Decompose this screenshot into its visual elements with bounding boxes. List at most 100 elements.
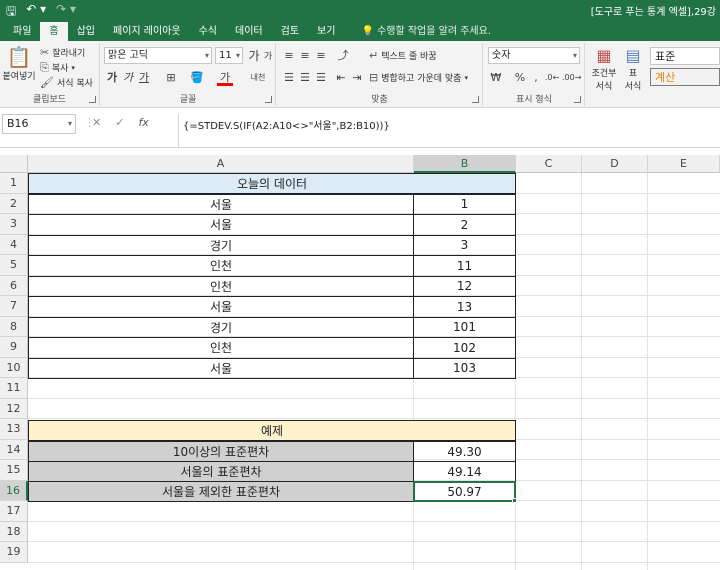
row-header[interactable]: 3	[0, 214, 28, 235]
row-header[interactable]: 16	[0, 480, 28, 501]
result-label-cell[interactable]: 10이상의 표준편차	[28, 441, 414, 462]
value-cell[interactable]: 13	[413, 296, 516, 318]
row-header[interactable]: 6	[0, 275, 28, 296]
city-cell[interactable]: 인천	[28, 275, 414, 297]
copy-button[interactable]: ⎘ 복사 ▾	[40, 61, 75, 74]
tab-file[interactable]: 파일	[4, 22, 40, 41]
row-header[interactable]: 10	[0, 357, 28, 378]
data-title-cell[interactable]: 오늘의 데이터	[28, 173, 516, 194]
format-as-table-button[interactable]: ▤ 표 서식	[621, 46, 645, 92]
increase-indent-icon[interactable]: ⇥	[349, 70, 365, 86]
result-label-cell[interactable]: 서울을 제외한 표준편차	[28, 481, 414, 502]
tab-formulas[interactable]: 수식	[190, 22, 226, 41]
example-title-cell[interactable]: 예제	[28, 420, 516, 441]
city-cell[interactable]: 서울	[28, 357, 414, 379]
row-header[interactable]: 4	[0, 234, 28, 255]
tab-home[interactable]: 홈	[40, 22, 68, 41]
wrap-text-button[interactable]: ↵ 텍스트 줄 바꿈	[369, 49, 437, 62]
row-header[interactable]: 1	[0, 173, 28, 194]
align-middle-icon[interactable]: ≡	[297, 48, 313, 64]
font-color-button[interactable]: 가	[217, 70, 233, 86]
column-header-b[interactable]: B	[414, 155, 516, 173]
column-header-e[interactable]: E	[648, 155, 720, 173]
decrease-decimal-icon[interactable]: .00→	[562, 70, 581, 86]
row-header[interactable]: 15	[0, 460, 28, 481]
font-launcher-icon[interactable]	[265, 96, 272, 103]
row-header[interactable]: 8	[0, 316, 28, 337]
city-cell[interactable]: 서울	[28, 296, 414, 318]
alignment-launcher-icon[interactable]	[472, 96, 479, 103]
align-right-icon[interactable]: ☰	[313, 70, 329, 86]
style-normal[interactable]: 표준	[650, 47, 720, 65]
font-size-select[interactable]: 11 ▾	[215, 47, 243, 64]
row-header[interactable]: 12	[0, 398, 28, 419]
clipboard-launcher-icon[interactable]	[89, 96, 96, 103]
row-header[interactable]: 7	[0, 296, 28, 317]
align-left-icon[interactable]: ☰	[281, 70, 297, 86]
row-header[interactable]: 11	[0, 378, 28, 399]
formula-input[interactable]: {=STDEV.S(IF(A2:A10<>"서울",B2:B10))}	[178, 114, 720, 148]
value-cell[interactable]: 1	[413, 193, 516, 215]
name-box[interactable]: B16 ▾	[2, 114, 76, 134]
cancel-icon[interactable]: ✕	[92, 116, 101, 129]
row-header[interactable]: 5	[0, 255, 28, 276]
align-center-icon[interactable]: ☰	[297, 70, 313, 86]
column-header-a[interactable]: A	[28, 155, 414, 173]
tab-review[interactable]: 검토	[272, 22, 308, 41]
row-header[interactable]: 18	[0, 521, 28, 542]
tab-view[interactable]: 보기	[308, 22, 344, 41]
city-cell[interactable]: 경기	[28, 316, 414, 338]
result-label-cell[interactable]: 서울의 표준편차	[28, 461, 414, 482]
tab-page-layout[interactable]: 페이지 레이아웃	[104, 22, 190, 41]
value-cell[interactable]: 102	[413, 337, 516, 359]
value-cell[interactable]: 103	[413, 357, 516, 379]
fill-handle[interactable]	[512, 498, 517, 503]
column-header-d[interactable]: D	[582, 155, 648, 173]
tell-me-box[interactable]: 💡 수행할 작업을 알려 주세요.	[352, 22, 500, 41]
result-value-cell[interactable]: 49.30	[413, 441, 516, 462]
value-cell[interactable]: 12	[413, 275, 516, 297]
active-cell-b16[interactable]: 50.97	[413, 481, 516, 502]
currency-icon[interactable]: ₩	[488, 70, 504, 86]
row-header[interactable]: 2	[0, 193, 28, 214]
format-painter-button[interactable]: 🖌 서식 복사	[40, 76, 93, 89]
shrink-font-button[interactable]: 가	[260, 49, 276, 65]
row-header[interactable]: 14	[0, 439, 28, 460]
borders-icon[interactable]: ⊞	[163, 70, 179, 86]
row-header[interactable]: 19	[0, 542, 28, 563]
city-cell[interactable]: 서울	[28, 214, 414, 236]
city-cell[interactable]: 서울	[28, 193, 414, 215]
paste-button[interactable]: 📋 붙여넣기	[2, 45, 36, 82]
result-value-cell[interactable]: 49.14	[413, 461, 516, 482]
value-cell[interactable]: 101	[413, 316, 516, 338]
number-launcher-icon[interactable]	[574, 96, 581, 103]
italic-button[interactable]: 가	[120, 70, 136, 86]
merge-center-button[interactable]: ⊟ 병합하고 가운데 맞춤 ▾	[369, 71, 468, 84]
row-header[interactable]: 13	[0, 419, 28, 440]
orientation-icon[interactable]: ⤴	[335, 48, 351, 64]
phonetic-button[interactable]: 내천	[247, 70, 269, 86]
conditional-format-button[interactable]: ▦ 조건부 서식	[589, 46, 619, 92]
increase-decimal-icon[interactable]: .0←	[544, 70, 560, 86]
tab-insert[interactable]: 삽입	[68, 22, 104, 41]
font-name-select[interactable]: 맑은 고딕 ▾	[104, 47, 212, 64]
enter-icon[interactable]: ✓	[115, 116, 124, 129]
city-cell[interactable]: 인천	[28, 337, 414, 359]
number-format-select[interactable]: 숫자 ▾	[488, 47, 580, 64]
decrease-indent-icon[interactable]: ⇤	[333, 70, 349, 86]
percent-button[interactable]: %	[512, 70, 528, 86]
row-header[interactable]: 17	[0, 501, 28, 522]
insert-function-icon[interactable]: fx	[138, 116, 148, 129]
align-top-icon[interactable]: ≡	[281, 48, 297, 64]
column-header-c[interactable]: C	[516, 155, 582, 173]
select-all-corner[interactable]	[0, 155, 28, 173]
city-cell[interactable]: 인천	[28, 255, 414, 277]
align-bottom-icon[interactable]: ≡	[313, 48, 329, 64]
tab-data[interactable]: 데이터	[226, 22, 272, 41]
comma-button[interactable]: ,	[528, 70, 544, 86]
value-cell[interactable]: 11	[413, 255, 516, 277]
underline-button[interactable]: 가	[136, 70, 152, 86]
style-calculation[interactable]: 계산	[650, 68, 720, 86]
row-header[interactable]: 9	[0, 337, 28, 358]
cut-button[interactable]: ✂ 잘라내기	[40, 46, 85, 59]
